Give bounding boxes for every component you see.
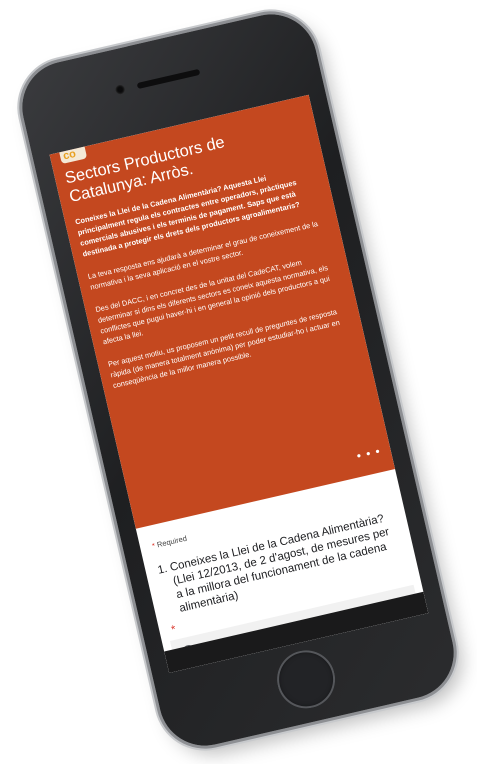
front-camera xyxy=(114,84,126,95)
phone-screen: co Sectors Productors de Catalunya: Arrò… xyxy=(49,94,429,673)
earpiece-speaker xyxy=(136,68,201,90)
form-header: co Sectors Productors de Catalunya: Arrò… xyxy=(49,94,396,529)
phone-device: co Sectors Productors de Catalunya: Arrò… xyxy=(13,5,463,755)
required-star: * xyxy=(151,541,157,551)
form-logo: co xyxy=(59,146,88,165)
logo-text: co xyxy=(61,147,78,163)
required-label: Required xyxy=(156,533,188,550)
more-icon[interactable]: • • • xyxy=(355,444,382,463)
home-button[interactable] xyxy=(271,644,341,715)
